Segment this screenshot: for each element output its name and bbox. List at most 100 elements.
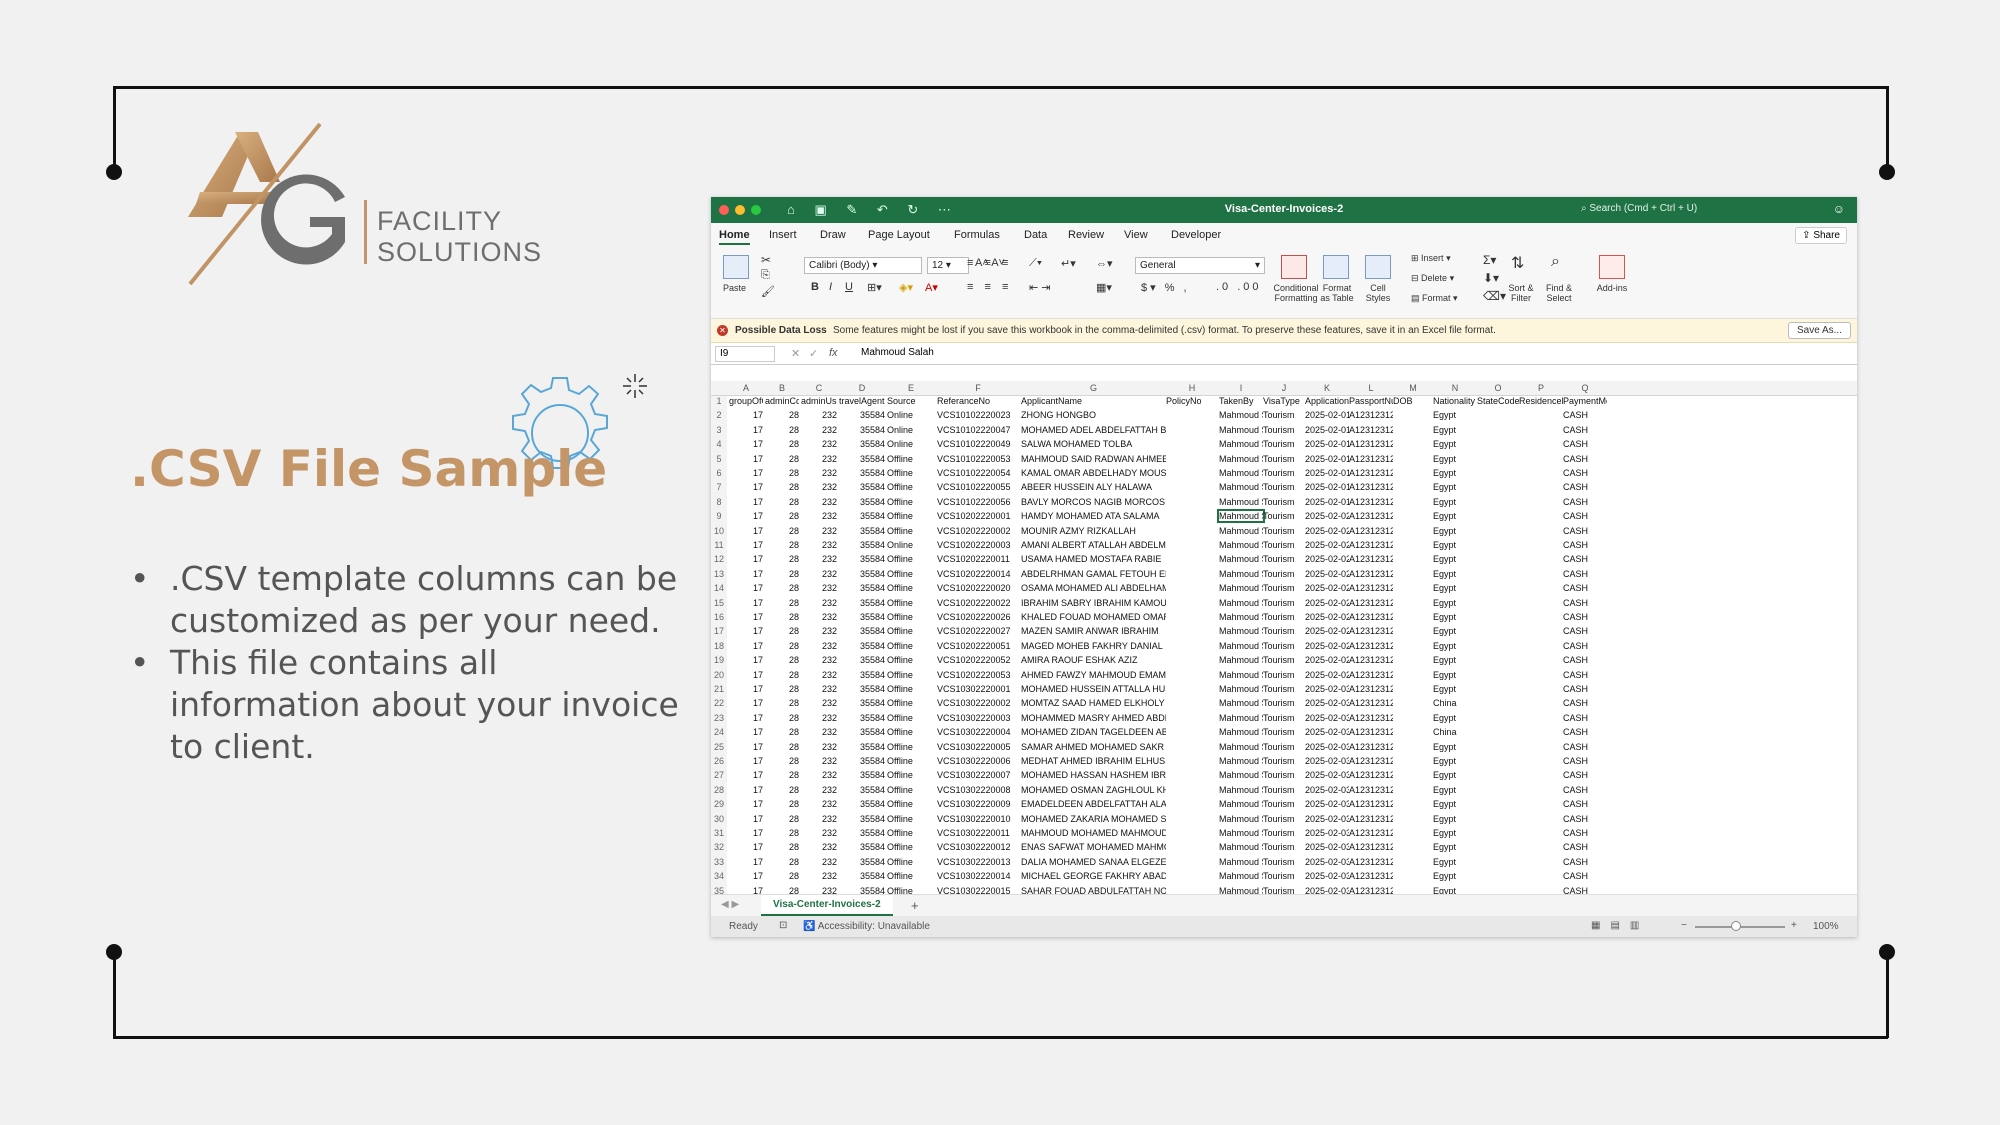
table-cell[interactable]: 35584 xyxy=(839,641,885,651)
table-cell[interactable]: 35584 xyxy=(839,828,885,838)
table-cell[interactable]: 17 xyxy=(729,511,763,521)
table-cell[interactable]: Egypt xyxy=(1433,713,1477,723)
table-cell[interactable]: Tourism xyxy=(1263,439,1305,449)
table-cell[interactable]: 28 xyxy=(765,598,799,608)
share-button[interactable]: ⇪ Share xyxy=(1795,227,1847,244)
table-cell[interactable]: 2025-02-01 xyxy=(1305,497,1349,507)
table-cell[interactable]: 2025-02-03 xyxy=(1305,770,1349,780)
table-cell[interactable]: MOHAMED HASSAN HASHEM IBRAHIM xyxy=(1021,770,1166,780)
table-cell[interactable]: Offline xyxy=(887,511,935,521)
table-cell[interactable]: CASH xyxy=(1563,799,1607,809)
table-cell[interactable]: 232 xyxy=(801,569,837,579)
row-number[interactable]: 30 xyxy=(711,813,727,828)
table-cell[interactable]: 232 xyxy=(801,871,837,881)
table-cell[interactable]: Offline xyxy=(887,655,935,665)
table-cell[interactable]: 232 xyxy=(801,540,837,550)
row-number[interactable]: 8 xyxy=(711,496,727,512)
table-cell[interactable]: CASH xyxy=(1563,526,1607,536)
table-cell[interactable]: Mahmoud Sa xyxy=(1219,684,1263,694)
table-cell[interactable]: 28 xyxy=(765,828,799,838)
table-cell[interactable]: VCS10102220054 xyxy=(937,468,1019,478)
column-header[interactable]: I xyxy=(1219,383,1263,393)
row-number[interactable]: 29 xyxy=(711,799,727,814)
table-cell[interactable]: 232 xyxy=(801,626,837,636)
table-cell[interactable]: CASH xyxy=(1563,742,1607,752)
table-cell[interactable]: 17 xyxy=(729,770,763,780)
table-cell[interactable]: Offline xyxy=(887,641,935,651)
table-cell[interactable]: Tourism xyxy=(1263,727,1305,737)
table-cell[interactable]: MOUNIR AZMY RIZKALLAH xyxy=(1021,526,1166,536)
table-cell[interactable]: 2025-02-03 xyxy=(1305,842,1349,852)
table-cell[interactable]: 17 xyxy=(729,857,763,867)
table-cell[interactable]: 35584 xyxy=(839,655,885,665)
table-cell[interactable]: 2025-02-02 xyxy=(1305,598,1349,608)
table-cell[interactable]: CASH xyxy=(1563,540,1607,550)
table-cell[interactable]: Tourism xyxy=(1263,454,1305,464)
table-cell[interactable]: Offline xyxy=(887,713,935,723)
table-cell[interactable]: Tourism xyxy=(1263,410,1305,420)
table-cell[interactable]: Tourism xyxy=(1263,886,1305,894)
table-cell[interactable]: Egypt xyxy=(1433,857,1477,867)
merge-icon[interactable]: ⇔▾ xyxy=(1096,257,1113,270)
table-cell[interactable]: Egypt xyxy=(1433,526,1477,536)
table-cell[interactable]: Mahmoud Sa xyxy=(1219,713,1263,723)
table-cell[interactable]: A123123121 xyxy=(1349,886,1393,894)
table-cell[interactable]: 232 xyxy=(801,842,837,852)
table-cell[interactable]: Mahmoud Sa xyxy=(1219,814,1263,824)
table-cell[interactable]: A123123121 xyxy=(1349,497,1393,507)
table-cell[interactable]: Tourism xyxy=(1263,598,1305,608)
table-cell[interactable]: Offline xyxy=(887,742,935,752)
table-cell[interactable]: A123123121 xyxy=(1349,742,1393,752)
table-cell[interactable]: 28 xyxy=(765,511,799,521)
table-cell[interactable]: 2025-02-01 xyxy=(1305,410,1349,420)
table-cell[interactable]: 232 xyxy=(801,886,837,894)
table-cell[interactable]: Egypt xyxy=(1433,756,1477,766)
row-number[interactable]: 14 xyxy=(711,583,727,598)
table-cell[interactable]: A123123121 xyxy=(1349,828,1393,838)
table-cell[interactable]: A123123121 xyxy=(1349,612,1393,622)
table-cell[interactable]: 28 xyxy=(765,842,799,852)
table-cell[interactable]: Mahmoud Sa xyxy=(1219,799,1263,809)
table-cell[interactable]: Offline xyxy=(887,583,935,593)
table-cell[interactable]: VCS10202220051 xyxy=(937,641,1019,651)
table-cell[interactable]: CASH xyxy=(1563,569,1607,579)
table-cell[interactable]: VCS10102220047 xyxy=(937,425,1019,435)
borders-icon[interactable]: ⊞▾ xyxy=(867,281,882,294)
table-cell[interactable]: MOHAMED ZAKARIA MOHAMED SHALABY xyxy=(1021,814,1166,824)
table-cell[interactable]: 17 xyxy=(729,785,763,795)
table-cell[interactable]: 2025-02-03 xyxy=(1305,684,1349,694)
table-cell[interactable]: Mahmoud Sa xyxy=(1219,742,1263,752)
table-cell[interactable]: Mahmoud Sa xyxy=(1219,626,1263,636)
column-header[interactable]: D xyxy=(839,383,885,393)
table-cell[interactable]: 28 xyxy=(765,742,799,752)
table-cell[interactable]: 35584 xyxy=(839,425,885,435)
table-cell[interactable]: 35584 xyxy=(839,799,885,809)
table-cell[interactable]: 17 xyxy=(729,756,763,766)
table-cell[interactable]: AMIRA RAOUF ESHAK AZIZ xyxy=(1021,655,1166,665)
table-cell[interactable]: 17 xyxy=(729,583,763,593)
table-cell[interactable]: A123123121 xyxy=(1349,799,1393,809)
table-cell[interactable]: IBRAHIM SABRY IBRAHIM KAMOUH xyxy=(1021,598,1166,608)
table-cell[interactable]: 2025-02-01 xyxy=(1305,482,1349,492)
table-cell[interactable]: 2025-02-03 xyxy=(1305,727,1349,737)
header-cell[interactable]: adminCompa xyxy=(765,396,799,406)
tab-review[interactable]: Review xyxy=(1068,229,1104,241)
table-cell[interactable]: Egypt xyxy=(1433,641,1477,651)
enter-icon[interactable]: ✓ xyxy=(809,347,818,360)
table-cell[interactable]: A123123121 xyxy=(1349,540,1393,550)
table-cell[interactable]: Offline xyxy=(887,526,935,536)
header-cell[interactable]: PolicyNo xyxy=(1166,396,1218,406)
table-cell[interactable]: Tourism xyxy=(1263,425,1305,435)
table-cell[interactable]: AMANI ALBERT ATALLAH ABDELMALEK xyxy=(1021,540,1166,550)
table-cell[interactable]: CASH xyxy=(1563,684,1607,694)
table-cell[interactable]: 35584 xyxy=(839,569,885,579)
table-cell[interactable]: A123123121 xyxy=(1349,583,1393,593)
table-cell[interactable]: VCS10202220011 xyxy=(937,554,1019,564)
table-cell[interactable]: Offline xyxy=(887,454,935,464)
table-cell[interactable]: Offline xyxy=(887,554,935,564)
row-number[interactable]: 12 xyxy=(711,554,727,569)
table-cell[interactable]: Tourism xyxy=(1263,785,1305,795)
header-cell[interactable]: ReferanceNo xyxy=(937,396,1019,406)
table-cell[interactable]: 2025-02-01 xyxy=(1305,454,1349,464)
table-cell[interactable]: Offline xyxy=(887,814,935,824)
